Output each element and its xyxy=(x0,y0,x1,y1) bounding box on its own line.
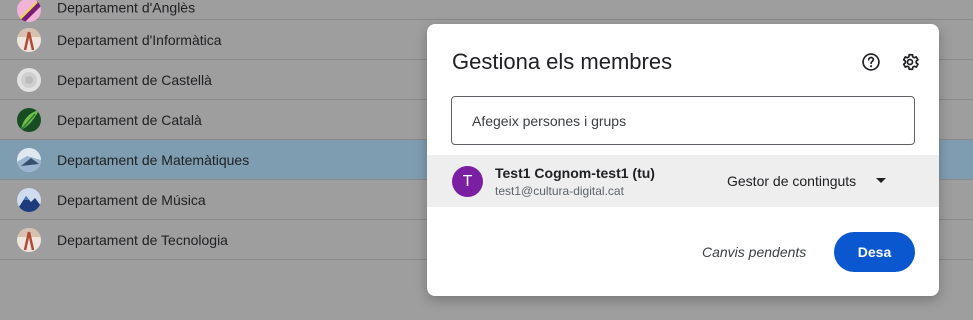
dialog-title: Gestiona els membres xyxy=(452,49,673,74)
member-email: test1@cultura-digital.cat xyxy=(495,184,624,198)
book-icon xyxy=(17,67,41,92)
manage-members-dialog: Gestiona els membres T Test1 Cognom-test… xyxy=(427,24,939,296)
list-item[interactable]: Departament d'Anglès xyxy=(0,0,973,22)
caret-down-icon xyxy=(876,178,887,184)
pen-nib-icon xyxy=(17,0,41,22)
list-item-label: Departament de Música xyxy=(57,191,206,208)
member-row: T Test1 Cognom-test1 (tu) test1@cultura-… xyxy=(427,155,939,207)
list-item-label: Departament d'Informàtica xyxy=(57,31,222,48)
list-item-label: Departament de Català xyxy=(57,111,202,128)
list-item-label: Departament de Tecnologia xyxy=(57,231,228,248)
compass-icon xyxy=(17,27,41,52)
leaf-icon xyxy=(17,107,41,132)
list-item-label: Departament de Castellà xyxy=(57,71,212,88)
list-item-label: Departament de Matemàtiques xyxy=(57,151,250,168)
save-button[interactable]: Desa xyxy=(834,232,915,272)
shapes-icon xyxy=(17,147,41,172)
member-name: Test1 Cognom-test1 (tu) xyxy=(495,165,655,181)
help-icon[interactable] xyxy=(859,50,883,74)
role-dropdown[interactable]: Gestor de continguts xyxy=(727,168,887,194)
list-item-label: Departament d'Anglès xyxy=(57,0,196,15)
avatar: T xyxy=(452,166,483,197)
mountain-icon xyxy=(17,187,41,212)
gear-icon[interactable] xyxy=(898,50,922,74)
pending-changes-text: Canvis pendents xyxy=(702,244,807,260)
role-label: Gestor de continguts xyxy=(727,173,857,189)
add-people-input[interactable] xyxy=(451,96,915,145)
compass-icon xyxy=(17,227,41,252)
